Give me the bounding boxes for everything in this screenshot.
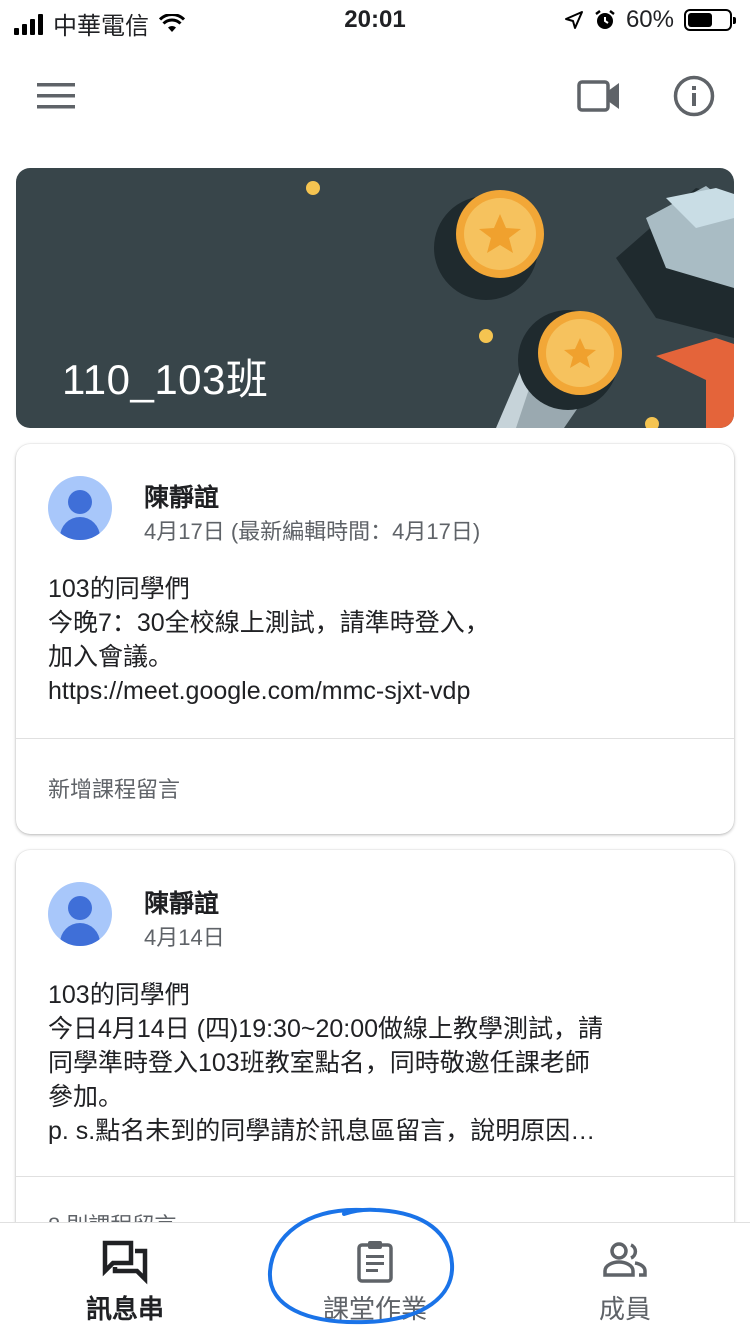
post-line: 參加。 [48, 1083, 124, 1111]
status-right: 60% [564, 6, 736, 34]
nav-label: 訊息串 [85, 1294, 164, 1324]
post-line: p. s.點名未到的同學請於訊息區留言，說明原因… [48, 1117, 596, 1145]
post-line: 103的同學們 [48, 981, 190, 1009]
avatar [48, 882, 112, 946]
nav-label: 成員 [598, 1294, 651, 1324]
avatar [48, 476, 112, 540]
top-app-bar [0, 44, 750, 154]
video-camera-icon[interactable] [572, 72, 626, 120]
post-link[interactable]: https://meet.google.com/mmc-sjxt-vdp [48, 674, 710, 708]
highlight-circle-annotation [267, 1207, 455, 1325]
nav-tab-stream[interactable]: 訊息串 [0, 1223, 250, 1335]
post-date: 4月17日 (最新編輯時間：4月17日) [144, 519, 481, 544]
post-line: 今晚7：30全校線上測試，請準時登入， [48, 609, 490, 637]
class-name: 110_103班 [62, 356, 269, 403]
battery-percent: 60% [625, 6, 674, 33]
divider [16, 1176, 734, 1177]
status-bar: 中華電信 20:01 60% [0, 0, 750, 44]
info-icon[interactable] [668, 70, 720, 122]
divider [16, 738, 734, 739]
post-line: 加入會議。 [48, 643, 174, 671]
post-line: 103的同學們 [48, 575, 190, 603]
add-class-comment-button[interactable]: 新增課程留言 [48, 772, 180, 804]
post-line: 同學準時登入103班教室點名，同時敬邀任課老師 [48, 1049, 590, 1077]
class-banner[interactable]: 110_103班 [16, 168, 734, 428]
nav-tab-people[interactable]: 成員 [500, 1223, 750, 1335]
location-arrow-icon [564, 11, 583, 29]
people-icon [603, 1242, 647, 1277]
alarm-clock-icon [595, 10, 615, 29]
hamburger-menu-icon[interactable] [30, 74, 82, 118]
post-line: 今日4月14日 (四)19:30~20:00做線上教學測試，請 [48, 1015, 604, 1043]
post-body: 103的同學們 今晚7：30全校線上測試，請準時登入， 加入會議。 https:… [48, 572, 710, 708]
stream-post-card[interactable]: 陳靜誼 4月17日 (最新編輯時間：4月17日) 103的同學們 今晚7：30全… [16, 444, 734, 834]
post-date: 4月14日 [144, 925, 225, 950]
post-body: 103的同學們 今日4月14日 (四)19:30~20:00做線上教學測試，請 … [48, 978, 710, 1148]
post-author: 陳靜誼 [144, 484, 220, 512]
stream-icon [102, 1240, 148, 1285]
battery-icon [684, 9, 736, 31]
battery-fill [688, 13, 712, 27]
post-author: 陳靜誼 [144, 890, 220, 918]
